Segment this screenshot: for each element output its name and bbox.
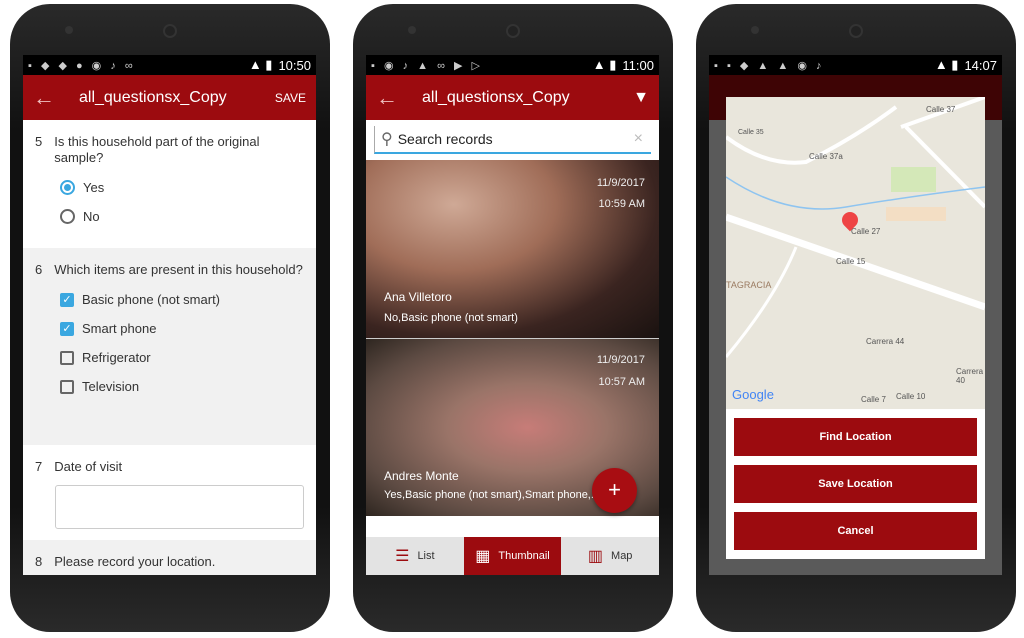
record-time: 10:57 AM bbox=[598, 376, 645, 388]
notification-icons: ▪ ◉ ♪ ▲ ∞ ▶ ▷ bbox=[371, 59, 483, 72]
map-label: Calle 35 bbox=[738, 129, 764, 136]
question-number: 5 bbox=[35, 134, 43, 149]
page-title: all_questionsx_Copy bbox=[79, 88, 227, 106]
status-bar: ▪ ◉ ♪ ▲ ∞ ▶ ▷ ▲ ▮ 11:00 bbox=[366, 55, 659, 75]
tab-map[interactable]: ▥ Map bbox=[561, 537, 659, 575]
question-text: Date of visit bbox=[54, 459, 123, 474]
record-time: 10:59 AM bbox=[598, 198, 645, 210]
option-label: Smart phone bbox=[82, 321, 157, 336]
option-label: Refrigerator bbox=[82, 350, 151, 365]
radio-yes[interactable]: Yes bbox=[60, 180, 304, 195]
status-bar: ▪ ◆ ◆ ● ◉ ♪ ∞ ▲ ▮ 10:50 bbox=[23, 55, 316, 75]
notification-icons: ▪ ◆ ◆ ● ◉ ♪ ∞ bbox=[28, 59, 136, 72]
map-label: Calle 15 bbox=[836, 257, 866, 266]
page-title: all_questionsx_Copy bbox=[422, 88, 570, 106]
radio-button[interactable] bbox=[60, 180, 75, 195]
record-date: 11/9/2017 bbox=[596, 177, 645, 189]
save-location-button[interactable]: Save Location bbox=[734, 465, 977, 503]
map-label: Calle 7 bbox=[861, 395, 886, 404]
clock: 14:07 bbox=[964, 57, 997, 73]
map-label: Carrera 44 bbox=[866, 337, 905, 346]
record-summary: Yes,Basic phone (not smart),Smart phone,… bbox=[384, 489, 601, 501]
list-icon: ☰ bbox=[395, 548, 410, 565]
tab-thumbnail[interactable]: ▦ Thumbnail bbox=[463, 537, 562, 575]
clock: 11:00 bbox=[622, 57, 654, 73]
map-icon: ▥ bbox=[587, 548, 604, 565]
speaker bbox=[163, 24, 177, 38]
question-text: Which items are present in this househol… bbox=[54, 262, 303, 277]
question-text: Is this household part of the original s… bbox=[54, 134, 260, 165]
checkbox[interactable]: ✓ bbox=[60, 321, 74, 336]
checkbox[interactable]: ✓ bbox=[60, 292, 74, 307]
tab-label: List bbox=[417, 550, 435, 562]
back-arrow-icon[interactable]: ← bbox=[33, 85, 79, 111]
question-number: 6 bbox=[35, 262, 43, 277]
checkbox-television[interactable]: Television bbox=[60, 379, 304, 394]
record-name: Andres Monte bbox=[384, 469, 459, 483]
find-location-button[interactable]: Find Location bbox=[734, 418, 977, 456]
record-card[interactable]: 11/9/2017 10:59 AM Ana Villetoro No,Basi… bbox=[366, 160, 659, 338]
add-record-button[interactable]: + bbox=[592, 468, 637, 513]
option-label: Television bbox=[82, 379, 140, 394]
map-label: Calle 27 bbox=[851, 227, 881, 236]
question-text: Please record your location. bbox=[54, 554, 216, 569]
map-label: Calle 37 bbox=[926, 105, 956, 114]
speaker bbox=[506, 24, 520, 38]
option-label: Basic phone (not smart) bbox=[82, 292, 221, 307]
question-number: 7 bbox=[35, 459, 43, 474]
checkbox[interactable] bbox=[60, 350, 74, 365]
map-label: Calle 10 bbox=[896, 392, 926, 401]
filter-icon[interactable]: ▼ bbox=[633, 89, 649, 107]
checkbox-basic-phone[interactable]: ✓ Basic phone (not smart) bbox=[60, 292, 304, 307]
option-label: Yes bbox=[83, 180, 105, 195]
clock: 10:50 bbox=[278, 57, 311, 73]
wifi-icon: ▲ ▮ bbox=[592, 57, 617, 72]
map-label: TAGRACIA bbox=[726, 280, 772, 290]
search-icon: ⚲ bbox=[381, 131, 393, 148]
phone-form: ▪ ◆ ◆ ● ◉ ♪ ∞ ▲ ▮ 10:50 ← all_questionsx_Co… bbox=[10, 4, 330, 632]
radio-button[interactable] bbox=[60, 209, 75, 224]
tab-label: Thumbnail bbox=[498, 550, 550, 562]
record-date: 11/9/2017 bbox=[596, 354, 645, 366]
radio-no[interactable]: No bbox=[60, 209, 304, 224]
checkbox-smart-phone[interactable]: ✓ Smart phone bbox=[60, 321, 304, 336]
tab-list[interactable]: ☰ List bbox=[366, 537, 464, 575]
map-roads bbox=[726, 97, 985, 358]
speaker bbox=[849, 24, 863, 38]
map-label: Carrera 40 bbox=[956, 367, 984, 385]
wifi-icon: ▲ ▮ bbox=[934, 57, 959, 72]
wifi-icon: ▲ ▮ bbox=[248, 57, 273, 72]
clear-search-icon[interactable]: × bbox=[634, 130, 643, 148]
search-input[interactable]: Search records bbox=[398, 131, 634, 147]
map-label: Calle 37a bbox=[809, 152, 843, 161]
camera bbox=[408, 26, 416, 34]
status-bar: ▪ ▪ ◆ ▲ ▲ ◉ ♪ ▲ ▮ 14:07 bbox=[709, 55, 1002, 75]
map-view[interactable]: Calle 37 Calle 35 Calle 37a Calle 27 Cal… bbox=[726, 97, 985, 409]
notification-icons: ▪ ▪ ◆ ▲ ▲ ◉ ♪ bbox=[714, 59, 825, 72]
camera bbox=[751, 26, 759, 34]
save-button[interactable]: SAVE bbox=[275, 91, 306, 105]
cancel-button[interactable]: Cancel bbox=[734, 512, 977, 550]
location-dialog: Calle 37 Calle 35 Calle 37a Calle 27 Cal… bbox=[726, 97, 985, 559]
camera bbox=[65, 26, 73, 34]
phone-location: ▪ ▪ ◆ ▲ ▲ ◉ ♪ ▲ ▮ 14:07 Calle 37 Calle 35 … bbox=[696, 4, 1016, 632]
tab-label: Map bbox=[611, 550, 633, 562]
option-label: No bbox=[83, 209, 100, 224]
question-number: 8 bbox=[35, 554, 43, 569]
date-input[interactable] bbox=[55, 485, 304, 529]
phone-records: ▪ ◉ ♪ ▲ ∞ ▶ ▷ ▲ ▮ 11:00 ← all_questionsx_Co… bbox=[353, 4, 673, 632]
checkbox-refrigerator[interactable]: Refrigerator bbox=[60, 350, 304, 365]
record-name: Ana Villetoro bbox=[384, 290, 452, 304]
grid-icon: ▦ bbox=[475, 548, 491, 565]
record-summary: No,Basic phone (not smart) bbox=[384, 312, 518, 324]
google-logo: Google bbox=[732, 387, 774, 402]
back-arrow-icon[interactable]: ← bbox=[376, 85, 422, 111]
checkbox[interactable] bbox=[60, 379, 74, 394]
